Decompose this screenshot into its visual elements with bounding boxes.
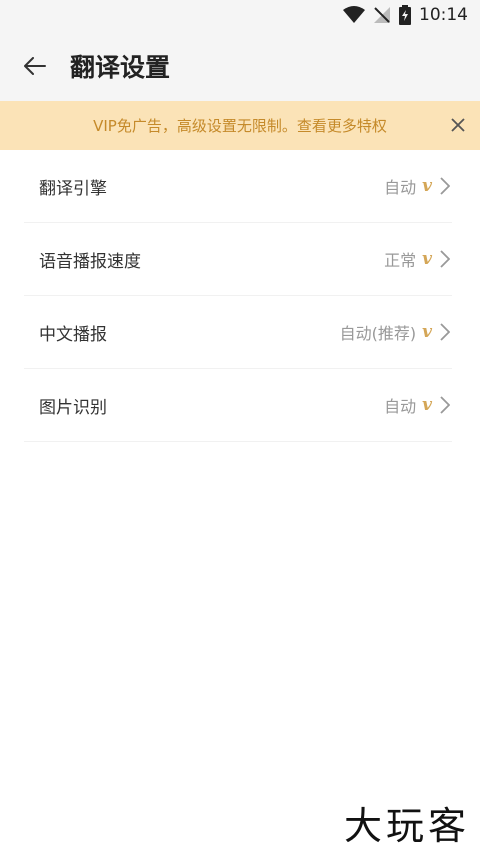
watermark-logo: 大玩客: [343, 804, 470, 848]
clock-time: 10:14: [419, 5, 468, 25]
vip-promo-text[interactable]: VIP免广告，高级设置无限制。查看更多特权: [93, 115, 387, 136]
vip-badge-icon: v: [422, 395, 432, 415]
vip-badge-icon: v: [422, 176, 432, 196]
setting-value: 自动: [384, 397, 417, 416]
setting-row-speech-speed[interactable]: 语音播报速度 正常 v: [24, 223, 452, 296]
page-title: 翻译设置: [70, 52, 171, 82]
setting-label: 中文播报: [39, 324, 107, 345]
close-icon: [451, 118, 465, 132]
setting-label: 翻译引擎: [39, 178, 107, 199]
settings-list: 翻译引擎 自动 v 语音播报速度 正常 v 中文播报 自动(推荐) v 图片识别…: [24, 150, 452, 442]
back-button[interactable]: [0, 30, 70, 101]
chevron-right-icon: [438, 249, 452, 269]
setting-value: 自动: [384, 178, 417, 197]
setting-row-image-recognition[interactable]: 图片识别 自动 v: [24, 369, 452, 442]
setting-value: 正常: [384, 251, 417, 270]
battery-charging-icon: [399, 5, 411, 25]
setting-row-translation-engine[interactable]: 翻译引擎 自动 v: [24, 150, 452, 223]
setting-label: 语音播报速度: [39, 251, 141, 272]
chevron-right-icon: [438, 176, 452, 196]
setting-value: 自动(推荐): [339, 324, 417, 343]
setting-row-chinese-speech[interactable]: 中文播报 自动(推荐) v: [24, 296, 452, 369]
app-bar: 翻译设置: [0, 30, 480, 101]
vip-badge-icon: v: [422, 249, 432, 269]
close-banner-button[interactable]: [446, 113, 470, 137]
setting-label: 图片识别: [39, 397, 107, 418]
vip-badge-icon: v: [422, 322, 432, 342]
chevron-right-icon: [438, 395, 452, 415]
wifi-icon: [343, 6, 365, 24]
vip-promo-banner[interactable]: VIP免广告，高级设置无限制。查看更多特权: [0, 101, 480, 150]
arrow-left-icon: [24, 56, 46, 75]
chevron-right-icon: [438, 322, 452, 342]
no-signal-icon: [373, 6, 391, 24]
status-bar: 10:14: [0, 0, 480, 30]
